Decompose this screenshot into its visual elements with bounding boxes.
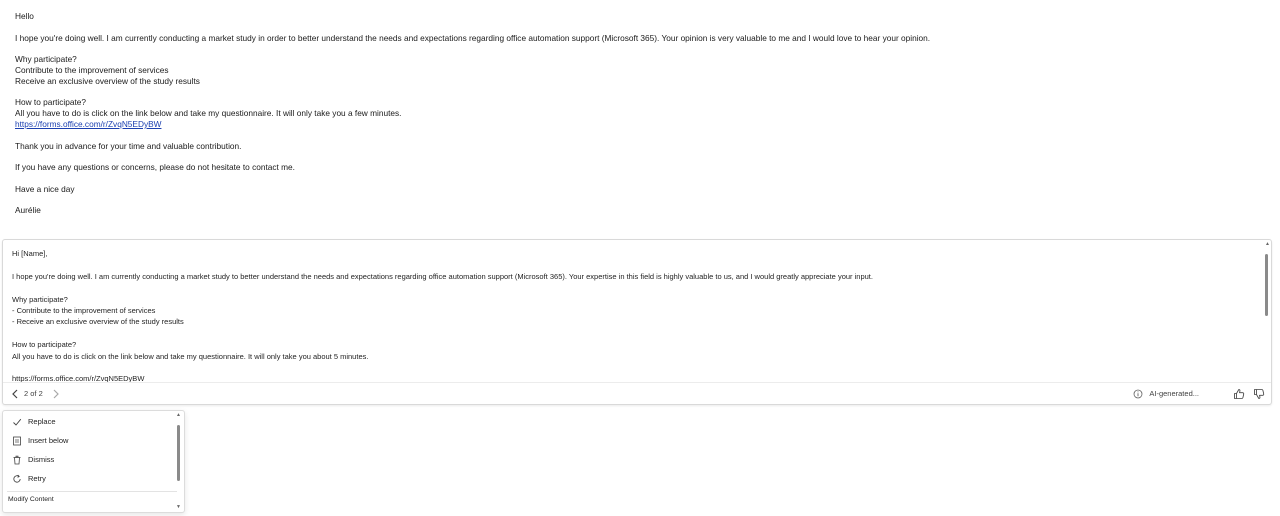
email-greeting: Hello bbox=[15, 11, 34, 21]
pager-count: 2 of 2 bbox=[24, 389, 43, 398]
insert-below-menu-item[interactable]: Insert below bbox=[3, 431, 175, 450]
suggestion-intro: I hope you're doing well. I am currently… bbox=[12, 271, 873, 281]
info-icon[interactable] bbox=[1133, 389, 1143, 399]
email-closing: Have a nice day bbox=[15, 183, 75, 194]
suggestion-how-heading: How to participate? bbox=[12, 340, 77, 350]
retry-menu-item[interactable]: Retry bbox=[3, 469, 175, 488]
suggestion-scrollbar[interactable]: ▲ bbox=[1264, 242, 1270, 382]
like-button[interactable] bbox=[1231, 386, 1247, 402]
menu-divider bbox=[7, 491, 177, 492]
email-questionnaire-link[interactable]: https://forms.office.com/r/ZvqN5EDyBW bbox=[15, 119, 161, 129]
suggestion-text: Hi [Name], I hope you're doing well. I a… bbox=[3, 240, 1262, 383]
menu-scrollbar[interactable]: ▲ ▼ bbox=[176, 413, 181, 510]
thumbs-down-icon bbox=[1254, 388, 1265, 399]
modify-content-item[interactable]: Modify Content bbox=[8, 496, 54, 503]
ai-generated-label[interactable]: AI-generated... bbox=[1149, 389, 1199, 398]
email-why-item: Receive an exclusive overview of the stu… bbox=[15, 75, 200, 86]
scrollbar-thumb[interactable] bbox=[1265, 254, 1268, 316]
previous-suggestion-button[interactable] bbox=[8, 387, 22, 401]
email-questions: If you have any questions or concerns, p… bbox=[15, 162, 295, 173]
scroll-up-icon[interactable]: ▲ bbox=[176, 413, 181, 418]
ai-suggestion-panel: Hi [Name], I hope you're doing well. I a… bbox=[2, 239, 1272, 405]
thumbs-up-icon bbox=[1234, 388, 1245, 399]
chevron-right-icon bbox=[53, 389, 59, 398]
menu-item-label: Retry bbox=[28, 474, 46, 483]
replace-menu-item[interactable]: Replace bbox=[3, 412, 175, 431]
suggestion-greeting: Hi [Name], bbox=[12, 249, 48, 258]
suggestion-footer: 2 of 2 AI-generated... bbox=[3, 382, 1271, 404]
email-intro: I hope you're doing well. I am currently… bbox=[15, 32, 931, 43]
email-why-heading: Why participate? bbox=[15, 54, 77, 65]
trash-icon bbox=[13, 455, 21, 464]
scroll-up-icon[interactable]: ▲ bbox=[1265, 242, 1270, 247]
suggestion-pager: 2 of 2 bbox=[8, 387, 63, 401]
menu-item-label: Insert below bbox=[28, 436, 69, 445]
scroll-down-icon[interactable]: ▼ bbox=[176, 505, 181, 510]
suggestion-why-heading: Why participate? bbox=[12, 294, 68, 304]
suggestion-why-item: - Receive an exclusive overview of the s… bbox=[12, 317, 184, 327]
email-how-heading: How to participate? bbox=[15, 97, 87, 108]
dislike-button[interactable] bbox=[1251, 386, 1267, 402]
email-how-text: All you have to do is click on the link … bbox=[15, 108, 402, 119]
suggestion-action-menu: Replace Insert below Dismiss Retry Modif… bbox=[2, 410, 185, 513]
email-why-item: Contribute to the improvement of service… bbox=[15, 64, 169, 75]
checkmark-icon bbox=[13, 418, 22, 426]
dismiss-menu-item[interactable]: Dismiss bbox=[3, 450, 175, 469]
email-thanks: Thank you in advance for your time and v… bbox=[15, 140, 242, 151]
email-signature: Aurélie bbox=[15, 205, 41, 216]
suggestion-how-text: All you have to do is click on the link … bbox=[12, 351, 369, 361]
suggestion-why-item: - Contribute to the improvement of servi… bbox=[12, 306, 156, 315]
chevron-left-icon bbox=[12, 389, 18, 398]
email-body[interactable]: Hello I hope you're doing well. I am cur… bbox=[15, 11, 1255, 216]
retry-icon bbox=[13, 474, 21, 483]
insert-below-icon bbox=[13, 436, 21, 445]
next-suggestion-button[interactable] bbox=[49, 387, 63, 401]
menu-item-label: Dismiss bbox=[28, 455, 55, 464]
scrollbar-thumb[interactable] bbox=[177, 425, 180, 481]
menu-item-label: Replace bbox=[28, 417, 56, 426]
